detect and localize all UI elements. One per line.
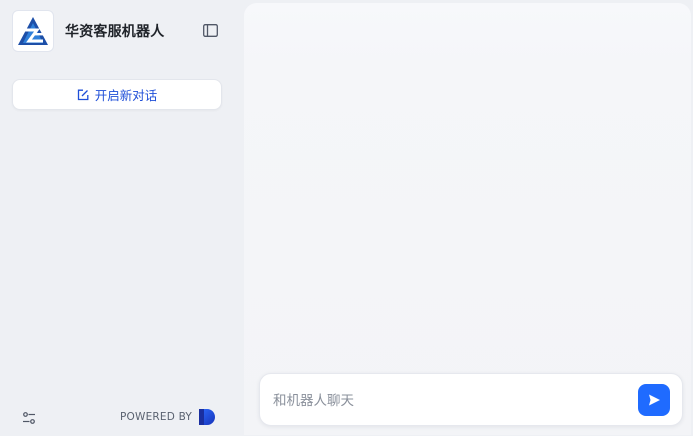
chat-input[interactable] (273, 390, 623, 412)
brand: 华资客服机器人 (12, 10, 164, 52)
new-chat-label: 开启新对话 (94, 88, 158, 103)
powered-by: POWERED BY (120, 408, 216, 426)
chat-panel (243, 2, 692, 436)
app-window: 华资客服机器人 开启新对话 POWERED BY 和机器人聊天 (0, 0, 693, 436)
chat-input-box[interactable] (259, 373, 683, 426)
settings-button[interactable] (20, 409, 38, 427)
dify-mark-icon (198, 408, 216, 426)
sidebar-collapse-button[interactable] (201, 21, 219, 39)
brand-logo (12, 10, 54, 52)
sidebar-collapse-icon (202, 23, 218, 37)
new-chat-button[interactable]: 开启新对话 (12, 79, 222, 110)
send-icon (649, 394, 660, 406)
sidebar: 华资客服机器人 开启新对话 POWERED BY (0, 0, 242, 436)
app-title: 华资客服机器人 (65, 24, 165, 40)
chat-main (242, 0, 693, 436)
powered-by-label: POWERED BY (120, 411, 193, 423)
sliders-icon (23, 412, 35, 424)
edit-icon (77, 89, 89, 101)
send-button[interactable] (638, 384, 670, 416)
